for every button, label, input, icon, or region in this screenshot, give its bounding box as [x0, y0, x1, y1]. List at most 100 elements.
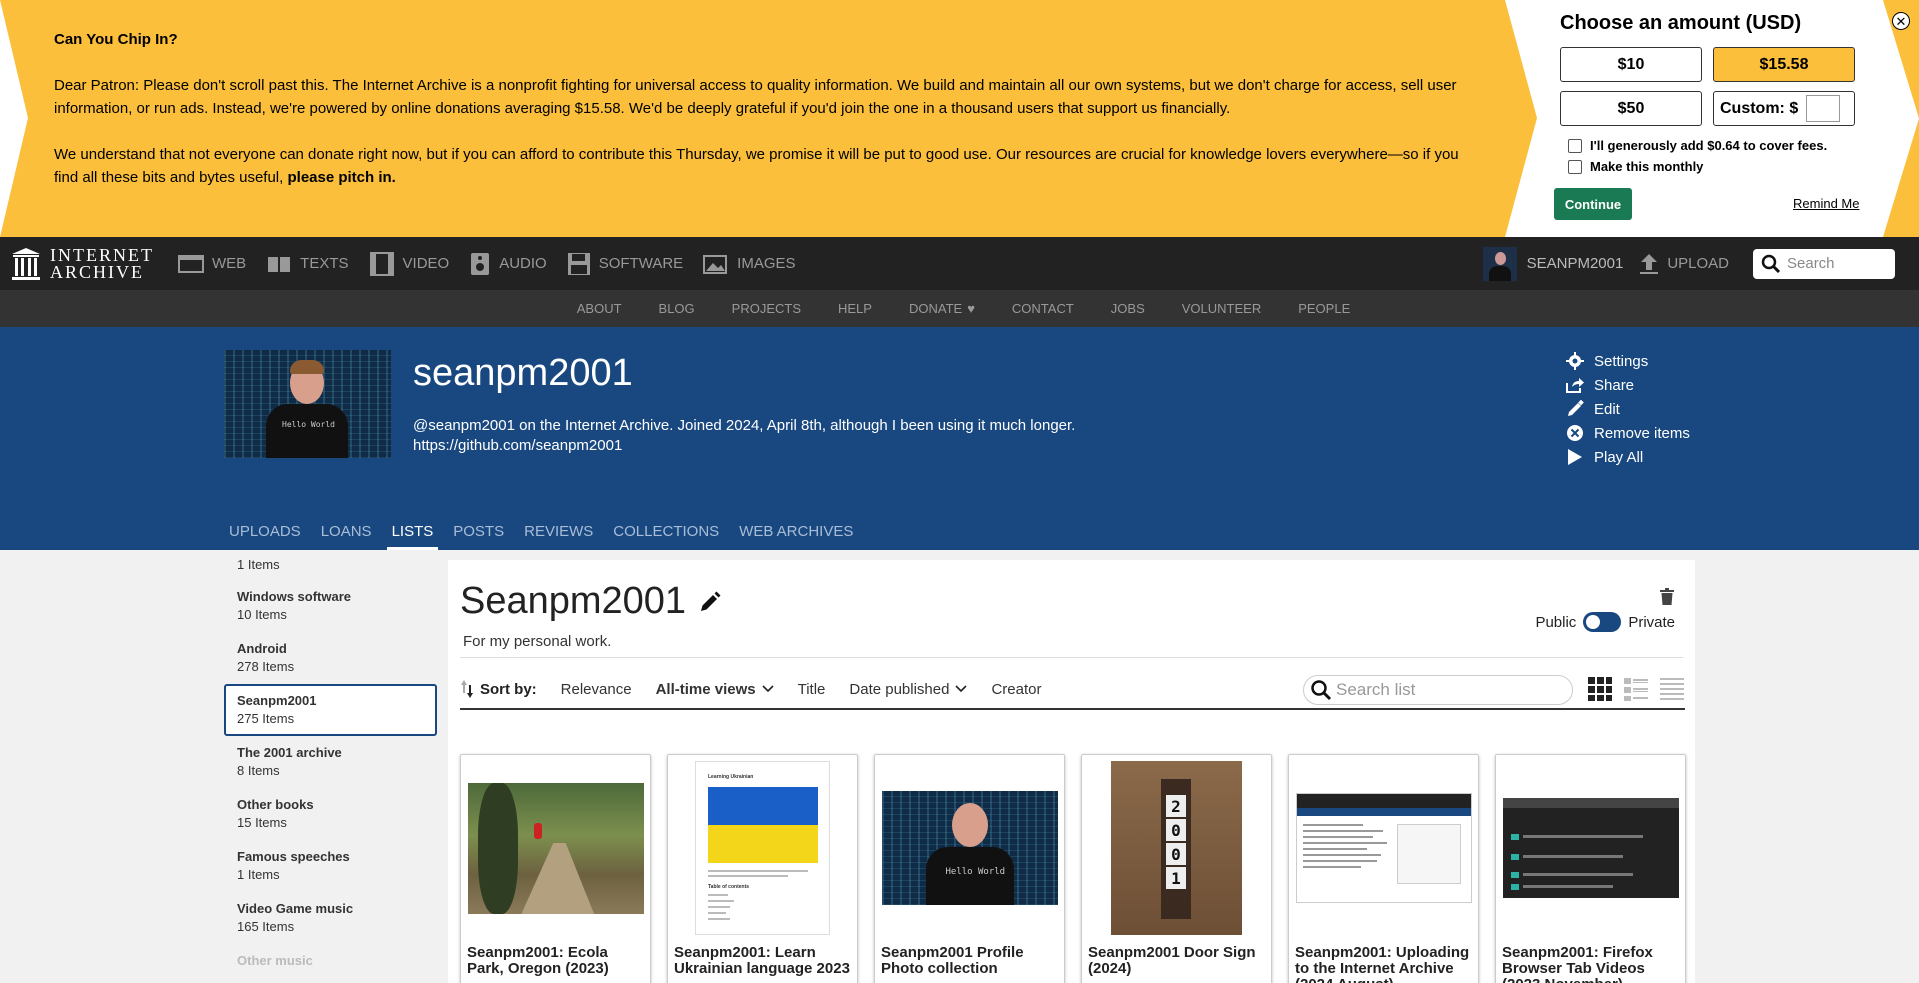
list-content: Seanpm2001 For my personal work. Public … — [448, 560, 1695, 983]
top-navigation: INTERNET ARCHIVE WEB TEXTS VIDEO AUDIO S… — [0, 237, 1919, 290]
banner-message: Can You Chip In? Dear Patron: Please don… — [54, 28, 1484, 212]
settings-action[interactable]: Settings — [1565, 349, 1690, 373]
upload-icon — [1640, 253, 1659, 274]
share-action[interactable]: Share — [1565, 373, 1690, 397]
site-search-input[interactable]: Search — [1753, 248, 1895, 279]
list-item[interactable]: 1 Items — [224, 550, 437, 580]
tab-uploads[interactable]: UPLOADS — [224, 523, 306, 550]
subnav-volunteer[interactable]: VOLUNTEER — [1182, 301, 1261, 316]
amount-title: Choose an amount (USD) — [1560, 12, 1802, 34]
tab-posts[interactable]: POSTS — [448, 523, 509, 550]
list-item[interactable]: Other music — [224, 944, 437, 983]
sort-relevance[interactable]: Relevance — [561, 681, 632, 698]
nav-texts[interactable]: TEXTS — [266, 254, 349, 274]
nav-web[interactable]: WEB — [178, 254, 246, 274]
sort-direction[interactable]: Sort by: — [460, 679, 537, 699]
list-item[interactable]: Windows software 10 Items — [224, 580, 437, 632]
item-tile[interactable]: Hello World Seanpm2001 Profile Photo col… — [874, 754, 1065, 983]
item-thumbnail — [1502, 798, 1679, 898]
profile-avatar: Hello World — [224, 350, 391, 458]
nav-video[interactable]: VIDEO — [369, 251, 449, 276]
item-title: Seanpm2001 Profile Photo collection — [881, 944, 1024, 977]
list-item[interactable]: Famous speeches 1 Items — [224, 840, 437, 892]
amount-10-button[interactable]: $10 — [1560, 47, 1702, 82]
remove-items-action[interactable]: Remove items — [1565, 421, 1690, 445]
banner-heading: Can You Chip In? — [54, 31, 178, 48]
profile-bio-text: @seanpm2001 on the Internet Archive. Joi… — [413, 417, 1076, 434]
item-tile[interactable]: Seanpm2001: Uploading to the Internet Ar… — [1288, 754, 1479, 983]
list-item[interactable]: Other books 15 Items — [224, 788, 437, 840]
username-link[interactable]: SEANPM2001 — [1527, 255, 1624, 272]
compact-list-view-icon[interactable] — [1659, 676, 1685, 702]
item-title: Seanpm2001 Door Sign (2024) — [1088, 944, 1256, 977]
tab-reviews[interactable]: REVIEWS — [519, 523, 598, 550]
list-item[interactable]: Video Game music 165 Items — [224, 892, 437, 944]
nav-software[interactable]: SOFTWARE — [567, 252, 683, 276]
custom-amount-label: Custom: $ — [1720, 99, 1799, 117]
item-thumbnail — [467, 782, 644, 914]
list-detail-view-icon[interactable] — [1623, 676, 1649, 702]
list-description: For my personal work. — [463, 633, 612, 650]
subnav-blog[interactable]: BLOG — [659, 301, 695, 316]
list-item[interactable]: Android 278 Items — [224, 632, 437, 684]
cover-fees-checkbox[interactable] — [1568, 138, 1582, 153]
subnav-donate[interactable]: DONATE ♥ — [909, 301, 975, 316]
upload-button[interactable]: UPLOAD — [1639, 253, 1729, 275]
sort-title[interactable]: Title — [798, 681, 826, 698]
subnav-help[interactable]: HELP — [838, 301, 872, 316]
avatar-shirt-text: Hello World — [282, 420, 335, 429]
item-thumbnail: Learning Ukrainian Table of contents — [695, 761, 830, 935]
play-all-action[interactable]: Play All — [1565, 445, 1690, 469]
tab-collections[interactable]: COLLECTIONS — [608, 523, 724, 550]
grid-view-icon[interactable] — [1587, 676, 1613, 702]
edit-title-icon[interactable] — [698, 590, 722, 614]
internet-archive-logo[interactable]: INTERNET ARCHIVE — [10, 246, 154, 282]
edit-action[interactable]: Edit — [1565, 397, 1690, 421]
list-item-selected[interactable]: Seanpm2001 275 Items — [224, 684, 437, 736]
item-tile[interactable]: Learning Ukrainian Table of contents Sea… — [667, 754, 858, 983]
subnav-about[interactable]: ABOUT — [577, 301, 622, 316]
nav-images[interactable]: IMAGES — [703, 253, 796, 275]
remind-me-link[interactable]: Remind Me — [1793, 196, 1859, 211]
sort-creator[interactable]: Creator — [991, 681, 1041, 698]
subnav-contact[interactable]: CONTACT — [1012, 301, 1074, 316]
nav-audio[interactable]: AUDIO — [469, 252, 547, 276]
tab-web-archives[interactable]: WEB ARCHIVES — [734, 523, 858, 550]
item-tile[interactable]: Seanpm2001: Ecola Park, Oregon (2023) — [460, 754, 651, 983]
chevron-down-icon — [762, 685, 774, 693]
donation-panel: Choose an amount (USD) $10 $15.58 $50 Cu… — [1554, 12, 1860, 222]
user-avatar[interactable] — [1482, 246, 1517, 281]
subnav-people[interactable]: PEOPLE — [1298, 301, 1350, 316]
sort-bar: Sort by: Relevance All-time views Title … — [460, 670, 1685, 710]
profile-tabs: UPLOADS LOANS LISTS POSTS REVIEWS COLLEC… — [224, 523, 868, 550]
amount-50-button[interactable]: $50 — [1560, 91, 1702, 126]
tab-loans[interactable]: LOANS — [316, 523, 377, 550]
subnav-projects[interactable]: PROJECTS — [732, 301, 801, 316]
profile-github-link[interactable]: https://github.com/seanpm2001 — [413, 436, 1075, 456]
item-title: Seanpm2001: Firefox Browser Tab Videos (… — [1502, 944, 1653, 983]
list-item[interactable]: The 2001 archive 8 Items — [224, 736, 437, 788]
tab-lists[interactable]: LISTS — [386, 523, 439, 550]
item-tile[interactable]: 2 0 0 1 Seanpm2001 Door Sign (2024) — [1081, 754, 1272, 983]
list-search-input[interactable]: Search list — [1303, 675, 1573, 705]
continue-button[interactable]: Continue — [1554, 188, 1632, 220]
private-label: Private — [1628, 613, 1675, 631]
item-title: Seanpm2001: Learn Ukrainian language 202… — [674, 944, 850, 977]
trash-icon[interactable] — [1659, 588, 1675, 606]
monthly-label: Make this monthly — [1590, 159, 1704, 174]
privacy-toggle[interactable] — [1583, 612, 1622, 632]
monthly-checkbox[interactable] — [1568, 159, 1582, 174]
lists-sidebar: 1 Items Windows software 10 Items Androi… — [224, 550, 437, 983]
donation-banner: Can You Chip In? Dear Patron: Please don… — [0, 0, 1919, 237]
chevron-down-icon — [955, 685, 968, 693]
cover-fees-label: I'll generously add $0.64 to cover fees. — [1590, 138, 1828, 153]
amount-15-58-button[interactable]: $15.58 — [1713, 47, 1855, 82]
subnav-jobs[interactable]: JOBS — [1111, 301, 1145, 316]
item-tile[interactable]: Seanpm2001: Firefox Browser Tab Videos (… — [1495, 754, 1686, 983]
custom-amount-field[interactable]: Custom: $ — [1713, 91, 1855, 126]
item-thumbnail: Hello World — [881, 791, 1058, 905]
sort-date-published[interactable]: Date published — [849, 681, 968, 698]
sort-all-time-views[interactable]: All-time views — [656, 681, 774, 698]
close-icon[interactable]: ✕ — [1892, 12, 1910, 30]
custom-amount-input[interactable] — [1806, 95, 1841, 122]
